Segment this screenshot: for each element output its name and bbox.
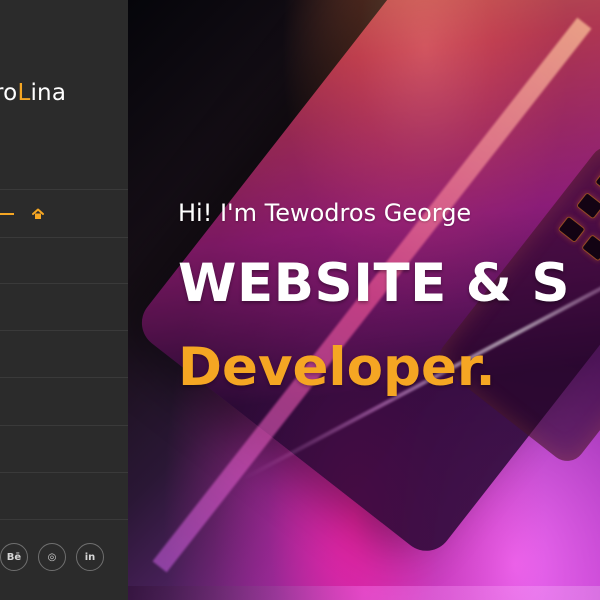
behance-icon: Bē	[6, 551, 22, 563]
nav-item[interactable]	[0, 474, 128, 520]
nav-item[interactable]: o	[0, 379, 128, 425]
active-nav-indicator	[0, 213, 14, 215]
hero-role: Developer.	[178, 337, 496, 398]
portfolio-page: roLina o	[0, 0, 600, 600]
sidebar-divider	[0, 519, 128, 520]
sidebar-divider	[0, 189, 128, 190]
sidebar-divider	[0, 330, 128, 331]
hero-bottom-highlight	[128, 586, 600, 600]
site-logo[interactable]: roLina	[0, 80, 128, 112]
nav-item[interactable]	[0, 332, 128, 378]
logo-suffix: ina	[30, 80, 67, 106]
hero-section: Hi! I'm Tewodros George WEBSITE & S Deve…	[128, 0, 600, 600]
social-links: Bē ◎ in	[0, 540, 128, 576]
linkedin-icon: in	[84, 551, 96, 563]
nav-item[interactable]	[0, 239, 128, 285]
sidebar-divider	[0, 283, 128, 284]
nav-item[interactable]	[0, 285, 128, 331]
sidebar-divider	[0, 237, 128, 238]
sidebar-divider	[0, 425, 128, 426]
hero-headline: WEBSITE & S	[178, 253, 571, 314]
hero-greeting: Hi! I'm Tewodros George	[178, 199, 472, 227]
nav-item[interactable]	[0, 427, 128, 473]
home-icon	[32, 208, 44, 220]
nav-home[interactable]	[0, 191, 128, 237]
sidebar: roLina o	[0, 0, 129, 600]
sidebar-divider	[0, 472, 128, 473]
linkedin-button[interactable]: in	[76, 543, 104, 571]
behance-button[interactable]: Bē	[0, 543, 28, 571]
sidebar-divider	[0, 377, 128, 378]
logo-prefix: ro	[0, 80, 18, 106]
instagram-button[interactable]: ◎	[38, 543, 66, 571]
keyboard-key	[594, 168, 600, 196]
logo-accent-letter: L	[17, 80, 31, 106]
instagram-icon: ◎	[47, 551, 57, 563]
